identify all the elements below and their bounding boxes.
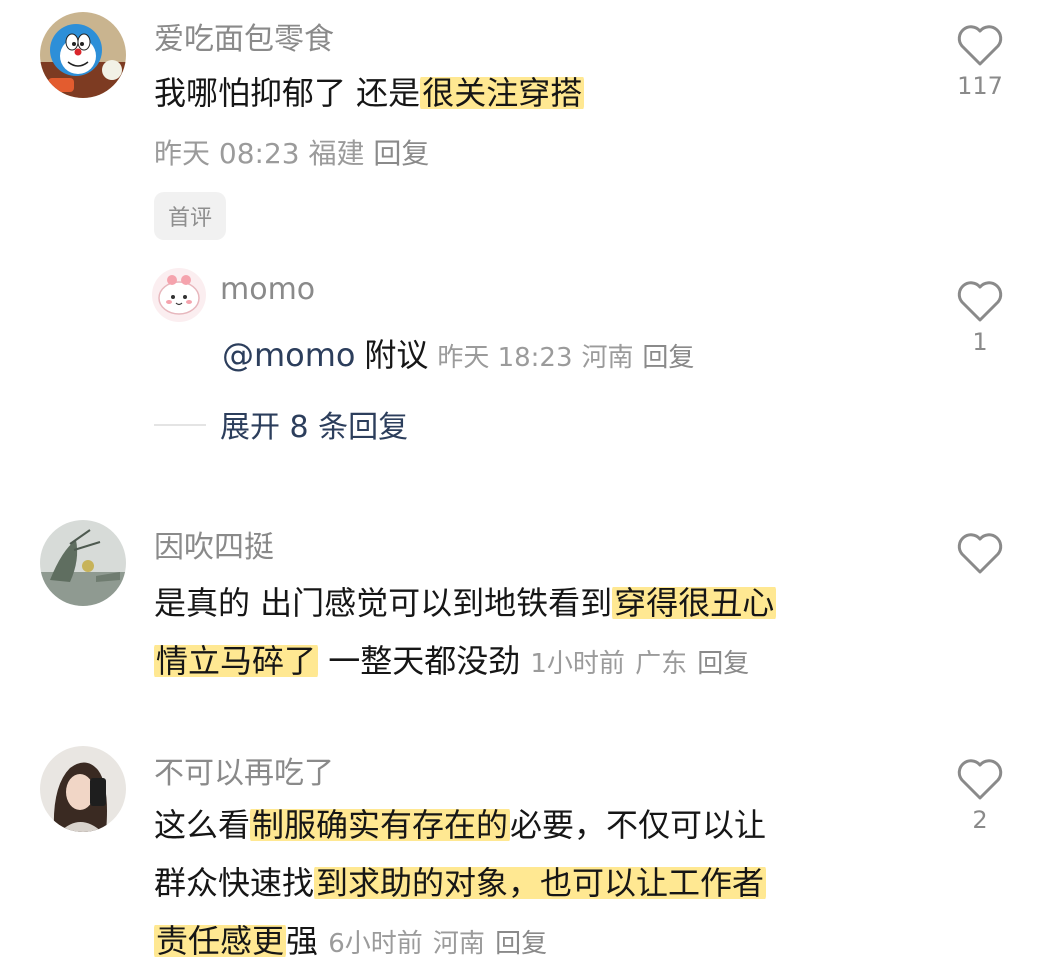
comment-text-plain: 群众快速找 (154, 864, 315, 902)
heart-icon[interactable] (956, 758, 1004, 802)
username[interactable]: 因吹四挺 (154, 522, 274, 566)
selfie-avatar-icon (40, 746, 126, 832)
like-group: 117 (950, 24, 1010, 100)
like-count: 2 (972, 806, 988, 834)
expand-divider (154, 424, 206, 426)
reply-location: 河南 (581, 343, 634, 373)
comment-text-plain: 我哪怕抑郁了 还是 (154, 74, 421, 112)
username[interactable]: 不可以再吃了 (154, 748, 334, 792)
heart-icon[interactable] (956, 24, 1004, 68)
comment-text-highlight: 到求助的对象，也可以让工作者 (314, 864, 767, 902)
comment-location: 福建 (308, 137, 365, 170)
comment-time: 1小时前 (530, 649, 625, 679)
username[interactable]: 爱吃面包零食 (154, 14, 334, 58)
comment-text-highlight: 很关注穿搭 (420, 74, 585, 112)
avatar[interactable] (40, 520, 126, 606)
avatar[interactable] (152, 268, 206, 322)
comment-text-highlight: 责任感更 (154, 922, 287, 960)
comment-text-line: 情立马碎了 一整天都没劲 1小时前 广东 回复 (154, 632, 776, 693)
avatar[interactable] (40, 12, 126, 98)
like-count: 1 (972, 328, 988, 356)
comment-meta: 昨天 08:23 福建 回复 (154, 132, 429, 172)
comment-text-plain: 这么看 (154, 806, 251, 844)
heart-icon[interactable] (956, 280, 1004, 324)
comment-text: 是真的 出门感觉可以到地铁看到穿得很丑心 情立马碎了 一整天都没劲 1小时前 广… (154, 574, 777, 693)
comment-time: 昨天 08:23 (154, 137, 300, 170)
comment-text-highlight: 制服确实有存在的 (250, 806, 511, 844)
comment-text: 这么看制服确实有存在的必要，不仅可以让 群众快速找到求助的对象，也可以让工作者 … (154, 796, 766, 973)
comment-text-highlight: 穿得很丑心 (612, 584, 777, 622)
pink-cartoon-avatar-icon (152, 268, 206, 322)
mention-link[interactable]: @momo (222, 336, 356, 374)
avatar[interactable] (40, 746, 126, 832)
reply-button[interactable]: 回复 (495, 929, 547, 959)
comment-text-line: 这么看制服确实有存在的必要，不仅可以让 (154, 796, 766, 854)
like-group (950, 532, 1010, 580)
comment-text-line: 群众快速找到求助的对象，也可以让工作者 (154, 854, 767, 912)
reply-content: @momo 附议 昨天 18:23 河南 回复 (222, 330, 694, 376)
like-group: 2 (950, 758, 1010, 834)
comment-text-plain: 一整天都没劲 (318, 642, 521, 680)
reply-text: 附议 (364, 336, 429, 374)
expand-replies-button[interactable]: 展开 8 条回复 (220, 402, 408, 446)
comment-text-highlight: 情立马碎了 (154, 642, 319, 680)
comment-text-plain: 强 (286, 922, 319, 960)
reply-time: 昨天 18:23 (437, 343, 573, 373)
comment-text-plain: 是真的 出门感觉可以到地铁看到 (154, 584, 613, 622)
landscape-avatar-icon (40, 520, 126, 606)
comment-text-line: 责任感更强 6小时前 河南 回复 (154, 912, 766, 973)
comment-text-line: 是真的 出门感觉可以到地铁看到穿得很丑心 (154, 574, 777, 632)
comment-location: 广东 (635, 649, 688, 679)
doraemon-avatar-icon (40, 12, 126, 98)
comment-location: 河南 (432, 929, 485, 959)
reply-button[interactable]: 回复 (697, 649, 749, 679)
like-group: 1 (950, 280, 1010, 356)
comment-text-plain: 必要，不仅可以让 (510, 806, 767, 844)
reply-button[interactable]: 回复 (373, 137, 429, 170)
comment-text: 我哪怕抑郁了 还是很关注穿搭 (154, 64, 585, 122)
reply-button[interactable]: 回复 (642, 343, 694, 373)
username[interactable]: momo (220, 272, 315, 307)
heart-icon[interactable] (956, 532, 1004, 576)
first-comment-badge: 首评 (154, 192, 227, 240)
like-count: 117 (957, 72, 1003, 100)
comment-time: 6小时前 (328, 929, 423, 959)
